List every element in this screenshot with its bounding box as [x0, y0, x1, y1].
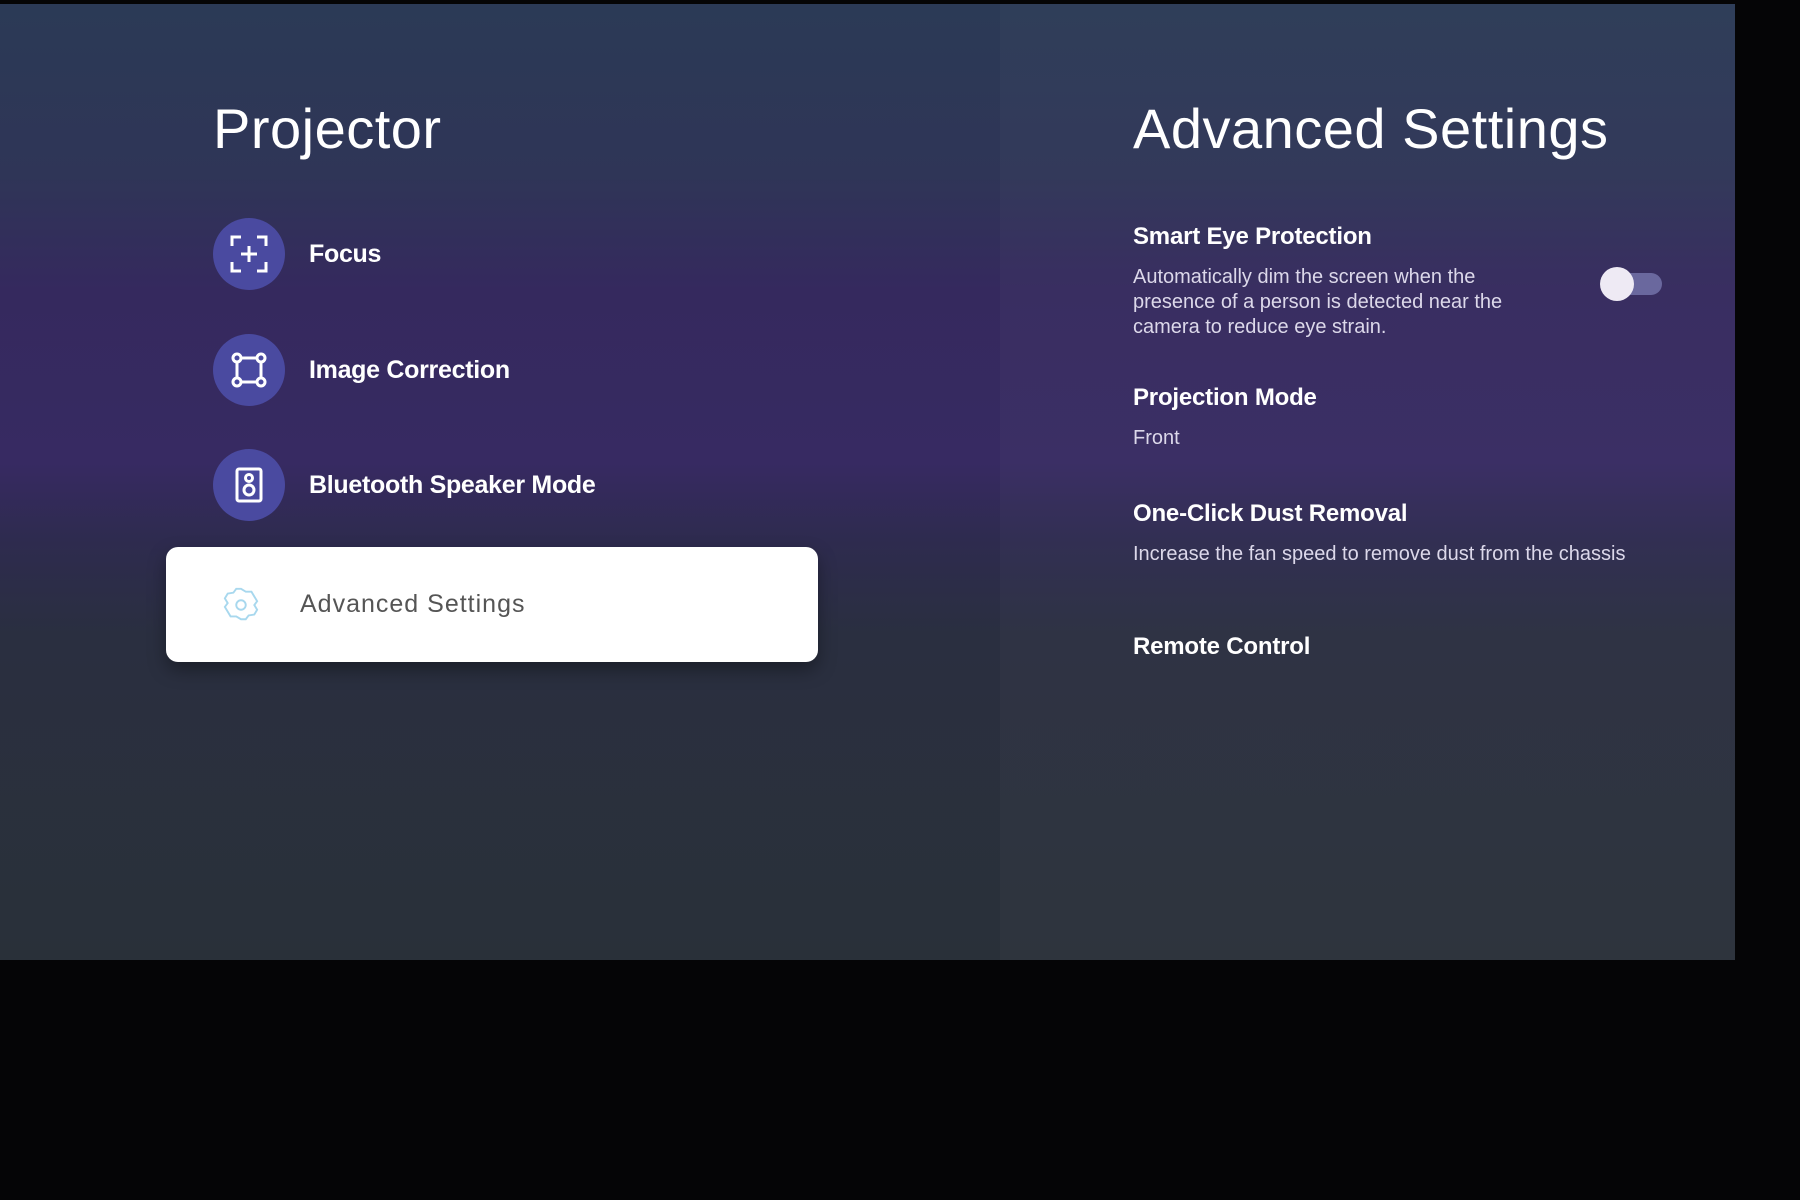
setting-title: Projection Mode	[1133, 384, 1317, 411]
menu-item-label: Image Correction	[309, 355, 510, 384]
detail-title: Advanced Settings	[1133, 97, 1609, 160]
image-correction-icon	[213, 334, 285, 406]
gear-icon	[223, 587, 259, 620]
projector-screen: Projector Focus Image Correction Bluetoo…	[0, 4, 1735, 960]
menu-item-image-correction[interactable]: Image Correction	[213, 333, 510, 407]
menu-item-focus[interactable]: Focus	[213, 217, 381, 291]
setting-title: One-Click Dust Removal	[1133, 500, 1408, 527]
menu-item-bluetooth-speaker[interactable]: Bluetooth Speaker Mode	[213, 448, 596, 522]
setting-description: Increase the fan speed to remove dust fr…	[1133, 543, 1626, 565]
setting-title: Smart Eye Protection	[1133, 223, 1372, 250]
menu-item-label: Focus	[309, 239, 382, 268]
focus-icon	[213, 218, 285, 290]
setting-description: Automatically dim the screen when the pre…	[1133, 266, 1503, 338]
setting-value: Front	[1133, 427, 1180, 449]
menu-item-label: Bluetooth Speaker Mode	[309, 470, 596, 499]
speaker-icon	[213, 449, 285, 521]
smart-eye-toggle[interactable]	[1600, 267, 1662, 301]
menu-item-advanced-settings[interactable]: Advanced Settings	[166, 547, 818, 662]
setting-remote-control[interactable]: Remote Control	[1133, 633, 1310, 661]
menu-item-label: Advanced Settings	[300, 590, 526, 618]
page-title: Projector	[213, 97, 442, 160]
